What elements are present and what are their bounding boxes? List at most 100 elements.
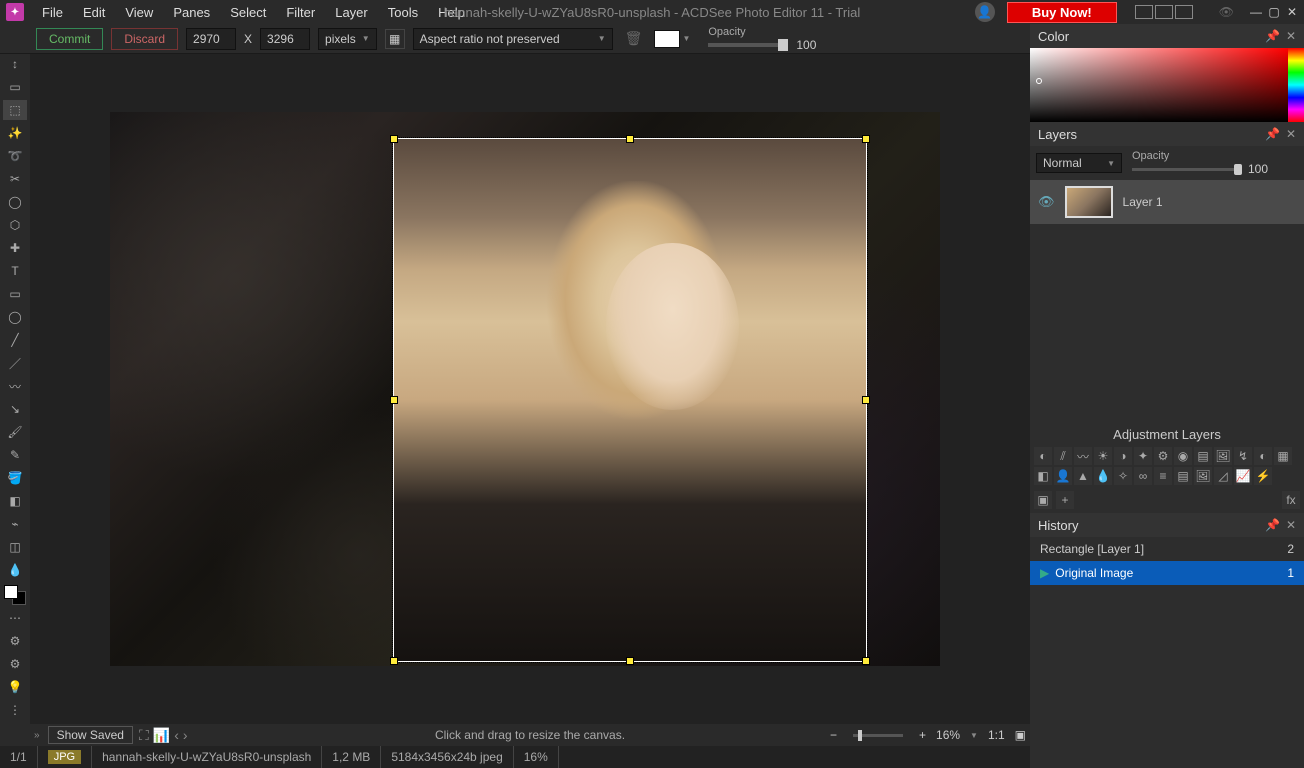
history-item[interactable]: Rectangle [Layer 1]2	[1030, 537, 1304, 561]
wand-tool[interactable]: ✨	[3, 123, 27, 143]
one-to-one-button[interactable]: 1:1	[988, 728, 1005, 742]
adj-levels[interactable]: ⫽	[1054, 447, 1072, 465]
adj-bw[interactable]: ▤	[1194, 447, 1212, 465]
adj-curves[interactable]: 〰	[1074, 447, 1092, 465]
eraser-tool[interactable]: ◫	[3, 537, 27, 557]
swatch-dropdown[interactable]: ▼	[682, 34, 690, 43]
close-panel-icon[interactable]: ✕	[1286, 29, 1296, 43]
menu-view[interactable]: View	[115, 2, 163, 23]
width-input[interactable]	[186, 28, 236, 50]
handle-mid-left[interactable]	[390, 396, 398, 404]
text-tool[interactable]: T	[3, 261, 27, 281]
color-swatch[interactable]	[654, 30, 680, 48]
close-panel-icon[interactable]: ✕	[1286, 127, 1296, 141]
discard-button[interactable]: Discard	[111, 28, 178, 50]
move-tool[interactable]: ↕	[3, 54, 27, 74]
prev-button[interactable]: ‹	[174, 727, 179, 744]
rect-tool[interactable]: ▭	[3, 284, 27, 304]
history-item[interactable]: ▶Original Image 1	[1030, 561, 1304, 585]
eyedropper-tool[interactable]: 💧	[3, 560, 27, 580]
layout-3-button[interactable]	[1175, 5, 1193, 19]
adj-j[interactable]: ◿	[1214, 467, 1232, 485]
maximize-button[interactable]: ▢	[1266, 4, 1282, 20]
line-tool[interactable]: ╱	[3, 330, 27, 350]
color-field[interactable]	[1030, 48, 1288, 122]
menu-filter[interactable]: Filter	[276, 2, 325, 23]
adj-threshold[interactable]: ▦	[1274, 447, 1292, 465]
adj-h[interactable]: ▤	[1174, 467, 1192, 485]
adj-c[interactable]: ▲	[1074, 467, 1092, 485]
layout-2-button[interactable]	[1155, 5, 1173, 19]
repair-tool[interactable]: ✚	[3, 238, 27, 258]
pin-icon[interactable]: 📌	[1265, 29, 1280, 43]
adj-k[interactable]: 📈	[1234, 467, 1252, 485]
zoom-out-button[interactable]: −	[830, 728, 837, 742]
handle-bot-mid[interactable]	[626, 657, 634, 665]
menu-edit[interactable]: Edit	[73, 2, 115, 23]
next-button[interactable]: ›	[183, 727, 188, 744]
extra-tool-5[interactable]: ⋮	[3, 700, 27, 720]
ellipse-tool[interactable]: ◯	[3, 307, 27, 327]
add-button[interactable]: +	[1056, 491, 1074, 509]
zoom-slider[interactable]	[853, 734, 903, 737]
menu-layer[interactable]: Layer	[325, 2, 378, 23]
extra-tool-4[interactable]: 💡	[3, 677, 27, 697]
extra-tool-1[interactable]: ⋯	[3, 608, 27, 628]
clone-tool[interactable]: ⌁	[3, 514, 27, 534]
pencil-tool[interactable]: ✎	[3, 445, 27, 465]
histogram-icon[interactable]: 📊	[153, 727, 170, 744]
fg-bg-colors[interactable]	[4, 585, 26, 605]
handle-bot-right[interactable]	[862, 657, 870, 665]
user-icon[interactable]: 👤	[975, 2, 995, 22]
grid-toggle[interactable]: ▦	[385, 29, 405, 49]
layout-1-button[interactable]	[1135, 5, 1153, 19]
fx-button[interactable]: fx	[1282, 491, 1300, 509]
close-button[interactable]: ✕	[1284, 4, 1300, 20]
adj-e[interactable]: ✧	[1114, 467, 1132, 485]
crop-tool[interactable]: ✂	[3, 169, 27, 189]
layer-opacity-slider[interactable]	[1132, 168, 1242, 171]
handle-mid-right[interactable]	[862, 396, 870, 404]
adj-l[interactable]: ⚡	[1254, 467, 1272, 485]
adj-b[interactable]: 👤	[1054, 467, 1072, 485]
show-saved-button[interactable]: Show Saved	[48, 726, 133, 744]
close-panel-icon[interactable]: ✕	[1286, 518, 1296, 532]
marquee-tool[interactable]: ⬚	[3, 100, 27, 120]
lasso-tool[interactable]: ➰	[3, 146, 27, 166]
extra-tool-2[interactable]: ⚙	[3, 631, 27, 651]
new-layer-button[interactable]: ▣	[1034, 491, 1052, 509]
adj-vibrance[interactable]: ✦	[1134, 447, 1152, 465]
fill-tool[interactable]: 🪣	[3, 468, 27, 488]
curve-tool[interactable]: 〰	[3, 376, 27, 396]
commit-button[interactable]: Commit	[36, 28, 103, 50]
pin-icon[interactable]: 📌	[1265, 518, 1280, 532]
adj-hue[interactable]: ⚙	[1154, 447, 1172, 465]
menu-select[interactable]: Select	[220, 2, 276, 23]
adj-channel[interactable]: ↯	[1234, 447, 1252, 465]
fit-screen-icon[interactable]: ▣	[1015, 728, 1026, 742]
adj-a[interactable]: ◧	[1034, 467, 1052, 485]
pen-tool[interactable]: ／	[3, 353, 27, 373]
adj-i[interactable]: 🖼	[1194, 467, 1212, 485]
extra-tool-3[interactable]: ⚙	[3, 654, 27, 674]
handle-bot-left[interactable]	[390, 657, 398, 665]
adj-photo[interactable]: 🖼	[1214, 447, 1232, 465]
adj-g[interactable]: ≡	[1154, 467, 1172, 485]
menu-tools[interactable]: Tools	[378, 2, 428, 23]
visibility-icon[interactable]: 👁	[1219, 5, 1234, 19]
adj-d[interactable]: 💧	[1094, 467, 1112, 485]
gradient-tool[interactable]: ◧	[3, 491, 27, 511]
menu-panes[interactable]: Panes	[163, 2, 220, 23]
selection-tool[interactable]: ▭	[3, 77, 27, 97]
handle-top-left[interactable]	[390, 135, 398, 143]
buy-now-button[interactable]: Buy Now!	[1007, 2, 1117, 23]
pin-icon[interactable]: 📌	[1265, 127, 1280, 141]
aspect-select[interactable]: Aspect ratio not preserved▼	[413, 28, 613, 50]
height-input[interactable]	[260, 28, 310, 50]
blend-mode-select[interactable]: Normal▼	[1036, 153, 1122, 173]
zoom-in-button[interactable]: +	[919, 728, 926, 742]
brush-tool[interactable]: 🖌	[3, 422, 27, 442]
opacity-slider[interactable]	[708, 43, 788, 47]
crop-selection[interactable]	[393, 138, 867, 662]
image-canvas[interactable]	[110, 112, 940, 666]
